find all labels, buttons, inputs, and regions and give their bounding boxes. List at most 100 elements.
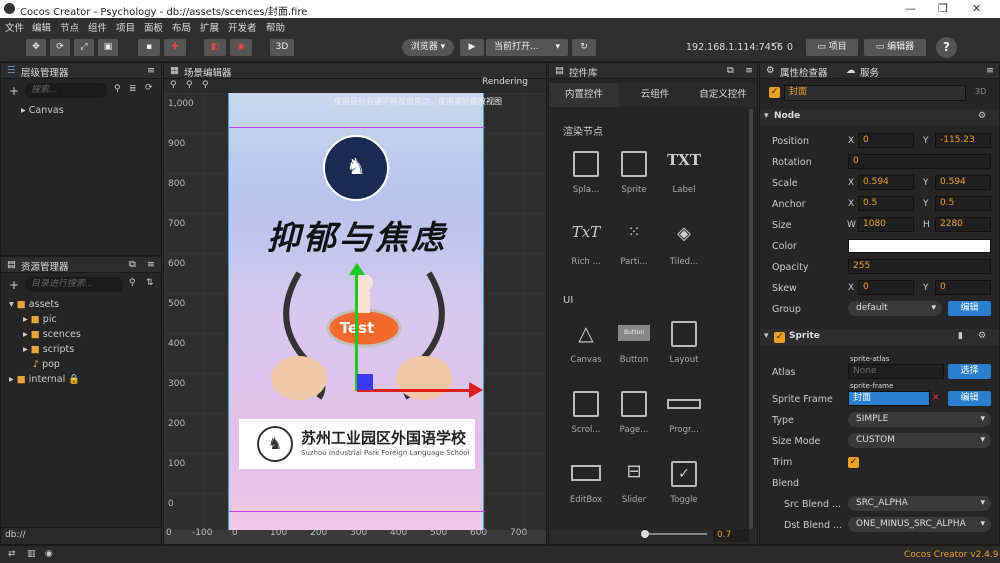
gizmo-x-arrow-icon[interactable]	[469, 382, 483, 398]
src-blend-select[interactable]: SRC_ALPHA ▾	[848, 496, 991, 511]
skew-y-input[interactable]: 0	[935, 280, 991, 295]
inspector-title[interactable]: 属性检查器	[780, 65, 828, 79]
comp-canvas[interactable]: △ Canvas	[563, 321, 609, 365]
cover-sprite[interactable]: ♞ 抑郁与焦虑 Test ♞ 苏州工业园区外国语学校 Suzhou Indust…	[228, 93, 485, 530]
comp-scrollview[interactable]: Scrol...	[563, 391, 609, 435]
comp-particle[interactable]: ⁙ Parti...	[611, 223, 657, 267]
position-y-input[interactable]: -115.23	[935, 133, 991, 148]
menu-layout[interactable]: 布局	[172, 20, 191, 34]
menu-extension[interactable]: 扩展	[200, 20, 219, 34]
node-active-checkbox[interactable]: ✓	[769, 87, 780, 98]
refresh-icon[interactable]: ⟳	[145, 83, 153, 93]
popout-icon[interactable]: ⧉	[727, 65, 734, 76]
tree-item-canvas[interactable]: ▸ Canvas	[21, 105, 64, 116]
gear-icon[interactable]: ⚙	[978, 111, 986, 121]
assets-search-input[interactable]: 目录进行搜索...	[25, 277, 123, 292]
snap-button[interactable]: ◧	[204, 39, 226, 56]
sync-icon[interactable]: ⇄	[8, 549, 16, 559]
expand-arrow-icon[interactable]: ▸	[9, 374, 17, 385]
asset-folder-scripts[interactable]: ▸ ■ scripts	[23, 344, 74, 355]
sort-icon[interactable]: ⇅	[146, 278, 154, 288]
refresh-button[interactable]: ↻	[572, 39, 596, 56]
color-swatch[interactable]	[848, 239, 991, 253]
dst-blend-select[interactable]: ONE_MINUS_SRC_ALPHA ▾	[848, 517, 991, 532]
menu-help[interactable]: 帮助	[266, 20, 285, 34]
atlas-select-button[interactable]: 选择	[948, 364, 991, 379]
menu-panel[interactable]: 面板	[144, 20, 163, 34]
play-button[interactable]: ▶	[460, 39, 484, 56]
hierarchy-search-input[interactable]: 搜索...	[25, 83, 107, 98]
expand-arrow-icon[interactable]: ▸	[23, 329, 31, 340]
group-edit-button[interactable]: 编辑	[948, 301, 991, 316]
panel-menu-icon[interactable]: ≡	[986, 65, 994, 76]
minimize-button[interactable]: —	[905, 2, 916, 15]
zoom-value[interactable]: 0.7	[713, 529, 749, 542]
search-icon[interactable]: ⚲	[129, 278, 136, 288]
eye-icon[interactable]: ◉	[45, 549, 53, 559]
panel-menu-icon[interactable]: ≡	[147, 65, 155, 76]
anchor-x-input[interactable]: 0.5	[858, 196, 914, 211]
asset-folder-pic[interactable]: ▸ ■ pic	[23, 314, 57, 325]
skew-x-input[interactable]: 0	[858, 280, 914, 295]
comp-label[interactable]: TXT Label	[661, 151, 707, 195]
position-x-input[interactable]: 0	[858, 133, 914, 148]
zoom-out-icon[interactable]: ⚲	[186, 80, 193, 90]
open-editor-button[interactable]: ▭ 编辑器	[864, 39, 926, 56]
rendering-label[interactable]: Rendering	[482, 77, 528, 87]
gizmo-xy-handle[interactable]	[357, 374, 373, 390]
size-mode-select[interactable]: CUSTOM ▾	[848, 433, 991, 448]
node-name-input[interactable]: 封面	[784, 85, 966, 101]
browser-select[interactable]: 浏览器 ▾	[402, 39, 454, 56]
search-icon[interactable]: ⚲	[114, 84, 121, 94]
services-tab[interactable]: 服务	[860, 65, 879, 79]
comp-button[interactable]: Button Button	[611, 321, 657, 365]
gizmo-button[interactable]: ◉	[230, 39, 252, 56]
comp-richtext[interactable]: TxT Rich ...	[563, 223, 609, 267]
menu-developer[interactable]: 开发者	[228, 20, 257, 34]
tab-builtin[interactable]: 内置控件	[549, 83, 619, 107]
expand-arrow-icon[interactable]: ▾	[9, 299, 17, 310]
asset-folder-scences[interactable]: ▸ ■ scences	[23, 329, 81, 340]
help-button[interactable]: ?	[936, 37, 957, 58]
trash-icon[interactable]: ▥	[27, 549, 36, 559]
zoom-in-icon[interactable]: ⚲	[170, 80, 177, 90]
panel-menu-icon[interactable]: ≡	[147, 259, 155, 270]
sprite-enabled-checkbox[interactable]: ✓	[774, 332, 785, 343]
popout-icon[interactable]: ⧉	[129, 259, 136, 270]
mode-3d-button[interactable]: 3D	[270, 39, 294, 56]
menu-file[interactable]: 文件	[5, 20, 24, 34]
expand-arrow-icon[interactable]: ▸	[23, 344, 31, 355]
size-w-input[interactable]: 1080	[858, 217, 914, 232]
tab-custom[interactable]: 自定义控件	[689, 83, 757, 107]
comp-pageview[interactable]: Page...	[611, 391, 657, 435]
scale-x-input[interactable]: 0.594	[858, 175, 914, 190]
comp-tiledmap[interactable]: ◈ Tiled...	[661, 223, 707, 267]
comp-sprite[interactable]: Sprite	[611, 151, 657, 195]
asset-file-pop[interactable]: ♪ pop	[33, 359, 60, 370]
zoom-reset-icon[interactable]: ⚲	[202, 80, 209, 90]
zoom-slider-thumb[interactable]	[641, 530, 649, 538]
collapse-icon[interactable]: ≣	[129, 84, 137, 94]
type-select[interactable]: SIMPLE ▾	[848, 412, 991, 427]
opacity-input[interactable]: 255	[848, 259, 991, 274]
comp-progressbar[interactable]: Progr...	[661, 391, 707, 435]
size-h-input[interactable]: 2280	[935, 217, 991, 232]
node-section[interactable]: ▾ Node ⚙	[760, 109, 999, 125]
add-asset-button[interactable]: +	[9, 278, 19, 292]
anchor-y-input[interactable]: 0.5	[935, 196, 991, 211]
menu-project[interactable]: 项目	[116, 20, 135, 34]
comp-editbox[interactable]: EditBox	[563, 461, 609, 505]
rect-tool-button[interactable]: ▣	[98, 39, 118, 56]
comp-layout[interactable]: Layout	[661, 321, 707, 365]
gizmo-y-arrow-icon[interactable]	[349, 263, 365, 275]
sprite-section[interactable]: ▾ ✓ Sprite ▮ ⚙	[760, 329, 999, 345]
rotation-input[interactable]: 0	[848, 154, 991, 169]
local-pivot-button[interactable]: ▪	[138, 39, 160, 56]
sprite-frame-edit-button[interactable]: 编辑	[948, 391, 991, 406]
rotate-tool-button[interactable]: ⟳	[50, 39, 70, 56]
clear-icon[interactable]: ✕	[932, 393, 940, 403]
center-pivot-button[interactable]: ✚	[164, 39, 186, 56]
menu-edit[interactable]: 编辑	[32, 20, 51, 34]
asset-folder-internal[interactable]: ▸ ■ internal 🔒	[9, 374, 80, 385]
library-scrollbar[interactable]	[749, 109, 753, 529]
